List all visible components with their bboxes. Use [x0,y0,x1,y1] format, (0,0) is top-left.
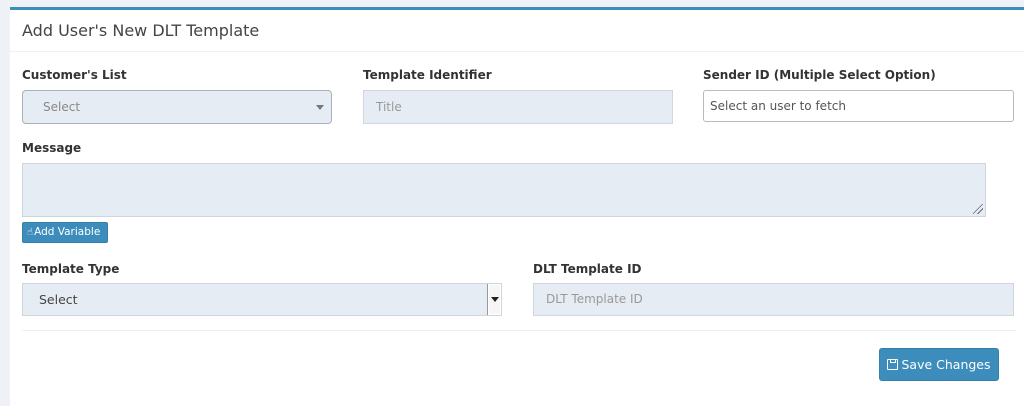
save-changes-button[interactable]: Save Changes [879,348,999,381]
dropdown-arrow-icon[interactable] [487,284,501,315]
template-identifier-input[interactable]: Title [363,90,673,124]
sender-id-placeholder: Select an user to fetch [710,99,846,113]
resize-grip-icon[interactable] [973,204,983,214]
template-type-select[interactable]: Select [22,283,502,316]
dlt-template-panel: Add User's New DLT Template Customer's L… [10,7,1024,406]
hand-pointer-icon: ☝ [27,227,34,238]
message-textarea[interactable] [22,163,986,217]
customers-list-selected: Select [43,100,81,114]
panel-header: Add User's New DLT Template [10,10,1024,52]
dlt-template-id-input[interactable]: DLT Template ID [533,283,1014,316]
save-changes-label: Save Changes [901,357,991,372]
add-variable-label: Add Variable [34,226,101,238]
customers-list-label: Customer's List [22,68,127,82]
template-type-selected: Select [39,292,78,307]
dlt-template-id-label: DLT Template ID [533,262,642,276]
dlt-template-id-placeholder: DLT Template ID [546,292,643,306]
floppy-disk-icon [887,359,899,370]
template-identifier-placeholder: Title [376,100,402,114]
template-type-label: Template Type [22,262,120,276]
panel-title: Add User's New DLT Template [22,21,260,40]
chevron-down-icon [316,105,324,110]
sender-id-label: Sender ID (Multiple Select Option) [703,68,936,82]
message-label: Message [22,141,82,155]
sender-id-multiselect[interactable]: Select an user to fetch [703,90,1014,122]
footer-divider [22,330,1016,331]
add-variable-button[interactable]: ☝Add Variable [22,222,108,243]
customers-list-select[interactable]: Select [22,90,332,124]
template-identifier-label: Template Identifier [363,68,492,82]
